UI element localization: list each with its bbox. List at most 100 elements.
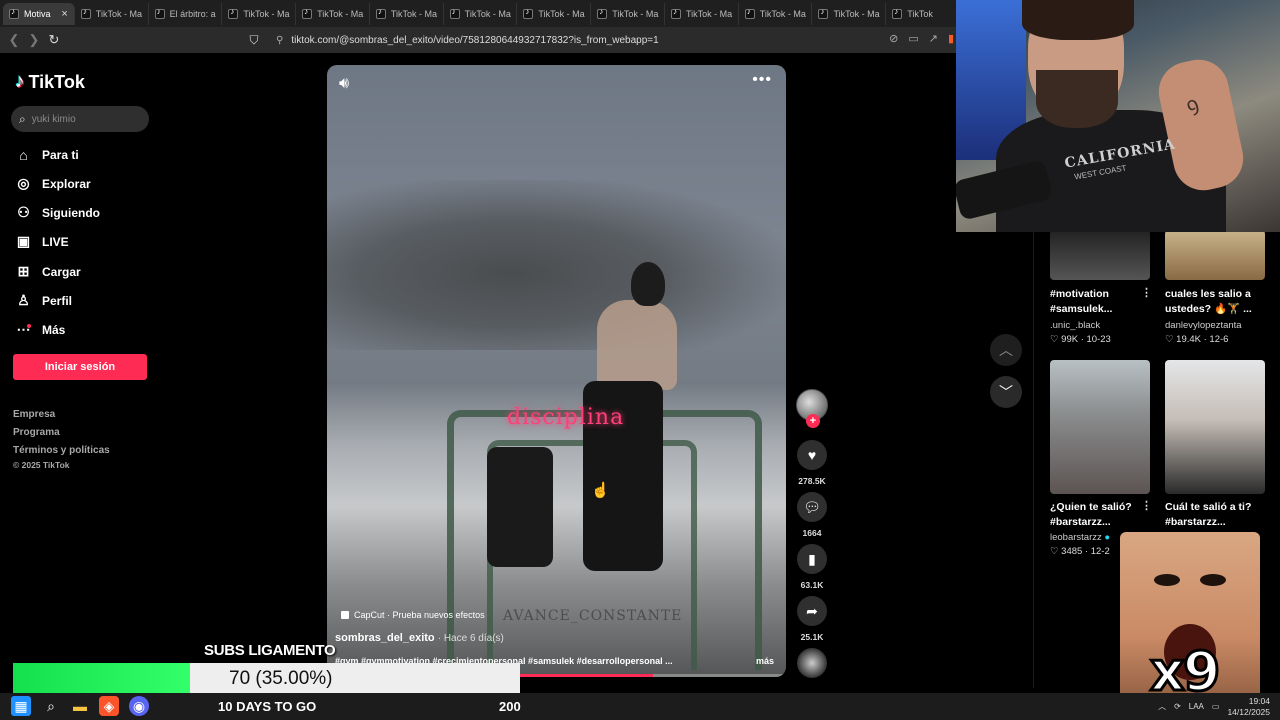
nav-perfil[interactable]: ♙ Perfil bbox=[15, 292, 72, 309]
brave-shield-icon[interactable]: ▮ bbox=[948, 32, 954, 45]
rec-title[interactable]: #motivation #samsulek... bbox=[1050, 287, 1148, 317]
capcut-link[interactable]: CapCut · Prueba nuevos efectos bbox=[341, 610, 485, 620]
rec-title[interactable]: Cuál te salió a ti? #barstarzz... bbox=[1165, 500, 1263, 530]
footer-empresa[interactable]: Empresa bbox=[13, 409, 55, 420]
webcam-beard bbox=[1036, 70, 1118, 128]
chevron-up-icon: ︿ bbox=[999, 342, 1013, 358]
comment-button[interactable]: 💬︎ bbox=[797, 492, 827, 522]
rec-more-icon[interactable]: ⋮ bbox=[1141, 286, 1152, 299]
forward-icon[interactable]: ❯ bbox=[24, 30, 44, 50]
rec-stats: ♡ 99K · 10-23 bbox=[1050, 334, 1111, 345]
tiktok-favicon-icon bbox=[9, 7, 19, 19]
browser-tab[interactable]: TikTok - Ma bbox=[444, 2, 518, 25]
follow-plus-icon[interactable]: + bbox=[806, 414, 820, 428]
browser-tab[interactable]: TikTok bbox=[886, 2, 960, 25]
footer-programa[interactable]: Programa bbox=[13, 427, 60, 438]
capcut-label: CapCut · Prueba nuevos efectos bbox=[354, 610, 485, 620]
browser-tab[interactable]: TikTok - Ma bbox=[812, 2, 887, 25]
rec-user[interactable]: leobarstarzz ● bbox=[1050, 532, 1110, 543]
tray-chevron-icon[interactable]: ︿ bbox=[1158, 701, 1166, 712]
widgets-icon[interactable]: ▦ bbox=[11, 696, 31, 716]
nav-explorar[interactable]: ◎ Explorar bbox=[15, 175, 90, 192]
music-disc[interactable] bbox=[797, 648, 827, 678]
browser-tab[interactable]: TikTok - Ma bbox=[517, 2, 592, 25]
video-more-icon[interactable]: ••• bbox=[752, 71, 772, 89]
tiktok-favicon-icon bbox=[523, 7, 534, 19]
tiktok-favicon-icon bbox=[744, 7, 755, 19]
video-player[interactable]: disciplina AVANCE_CONSTANTE 🔊︎ ••• CapCu… bbox=[327, 65, 786, 677]
search-icon[interactable]: ⌕ bbox=[41, 696, 61, 716]
tab-label: TikTok bbox=[907, 8, 933, 19]
tab-label: El árbitro: a bbox=[169, 8, 216, 19]
share-icon[interactable]: ↗ bbox=[929, 32, 938, 45]
chevron-down-icon: ﹀ bbox=[999, 384, 1013, 400]
browser-tab[interactable]: TikTok - Ma bbox=[370, 2, 444, 25]
discord-icon[interactable]: ◉ bbox=[129, 696, 149, 716]
like-button[interactable]: ♥ bbox=[797, 440, 827, 470]
tiktok-logo[interactable]: ♪ TikTok bbox=[15, 71, 85, 93]
rec-user[interactable]: danlevylopeztanta bbox=[1165, 320, 1242, 331]
more-description-link[interactable]: más bbox=[756, 656, 774, 666]
clock[interactable]: 19:04 14/12/2025 bbox=[1227, 696, 1270, 718]
share-count: 25.1K bbox=[800, 632, 824, 642]
tab-label: TikTok - Ma bbox=[833, 8, 880, 19]
creator-avatar[interactable]: + bbox=[796, 389, 828, 428]
file-explorer-icon[interactable]: ▬ bbox=[70, 696, 90, 716]
tiktok-favicon-icon bbox=[892, 7, 903, 19]
url-field[interactable]: ⚲ tiktok.com/@sombras_del_exito/video/75… bbox=[246, 30, 960, 50]
tiktok-favicon-icon bbox=[670, 7, 681, 19]
save-button[interactable]: ▮ bbox=[797, 544, 827, 574]
nav-live[interactable]: ▣ LIVE bbox=[15, 233, 69, 250]
next-video-button[interactable]: ﹀ bbox=[990, 376, 1022, 408]
login-button[interactable]: Iniciar sesión bbox=[13, 354, 147, 380]
comment-count: 1664 bbox=[802, 528, 822, 538]
login-label: Iniciar sesión bbox=[44, 361, 116, 373]
video-author[interactable]: sombras_del_exito · Hace 6 día(s) bbox=[335, 632, 504, 644]
tiktok-note-icon: ♪ bbox=[15, 71, 25, 92]
browser-tab[interactable]: TikTok - Ma bbox=[222, 2, 297, 25]
nav-cargar[interactable]: ⊞ Cargar bbox=[15, 263, 81, 280]
volume-icon[interactable]: 🔊︎ bbox=[339, 75, 349, 93]
nav-mas[interactable]: ⋯ Más bbox=[15, 321, 66, 338]
nav-para-ti[interactable]: ⌂ Para ti bbox=[15, 146, 78, 163]
share-button[interactable]: ➦ bbox=[797, 596, 827, 626]
browser-tab[interactable]: TikTok - Ma bbox=[75, 2, 149, 25]
goal-countdown: 10 DAYS TO GO bbox=[218, 699, 317, 714]
browser-tab[interactable]: TikTok - Ma bbox=[739, 2, 813, 25]
rec-title[interactable]: ¿Quien te salió? #barstarzz... bbox=[1050, 500, 1148, 530]
browser-tab[interactable]: TikTok - Ma bbox=[665, 2, 739, 25]
footer-terminos[interactable]: Términos y políticas bbox=[13, 445, 110, 456]
reload-icon[interactable]: ↻ bbox=[44, 30, 64, 50]
rec-more-icon[interactable]: ⋮ bbox=[1141, 499, 1152, 512]
rec-user[interactable]: .unic_.black bbox=[1050, 320, 1100, 331]
search-placeholder: yuki kimio bbox=[31, 113, 76, 125]
brave-browser-icon[interactable]: ◈ bbox=[99, 696, 119, 716]
nav-label: Perfil bbox=[42, 293, 73, 308]
tray-app-icon[interactable]: ⟳ bbox=[1174, 702, 1181, 711]
rec-thumbnail[interactable] bbox=[1165, 360, 1265, 494]
nav-siguiendo[interactable]: ⚇ Siguiendo bbox=[15, 204, 100, 221]
network-icon[interactable]: ▭ bbox=[1212, 702, 1220, 711]
language-indicator[interactable]: LAA bbox=[1189, 702, 1204, 711]
nav-label: Más bbox=[42, 322, 66, 337]
no-tracking-icon[interactable]: ⊘ bbox=[889, 32, 898, 45]
browser-tab[interactable]: TikTok - Ma bbox=[296, 2, 370, 25]
search-input[interactable]: ⌕ yuki kimio bbox=[11, 106, 149, 132]
browser-tab[interactable]: TikTok - Ma bbox=[591, 2, 665, 25]
nav-label: Siguiendo bbox=[42, 205, 100, 220]
tiktok-favicon-icon bbox=[80, 7, 91, 19]
rec-thumbnail[interactable] bbox=[1050, 230, 1150, 280]
copyright: © 2025 TikTok bbox=[13, 460, 70, 470]
rec-thumbnail[interactable] bbox=[1165, 230, 1265, 280]
rec-thumbnail[interactable] bbox=[1050, 360, 1150, 494]
close-tab-icon[interactable]: × bbox=[61, 8, 67, 20]
back-icon[interactable]: ❮ bbox=[4, 30, 24, 50]
rec-title[interactable]: cuales les salio a ustedes? 🔥🏋 ... bbox=[1165, 287, 1263, 317]
browser-tab[interactable]: El árbitro: a bbox=[149, 2, 223, 25]
save-count: 63.1K bbox=[800, 580, 824, 590]
cast-icon[interactable]: ▭ bbox=[908, 32, 918, 45]
browser-tab[interactable]: Motiva × bbox=[3, 2, 75, 25]
previous-video-button[interactable]: ︿ bbox=[990, 334, 1022, 366]
subs-goal-label: SUBS LIGAMENTO bbox=[204, 642, 336, 659]
site-info-icon[interactable]: ⚲ bbox=[276, 35, 283, 46]
